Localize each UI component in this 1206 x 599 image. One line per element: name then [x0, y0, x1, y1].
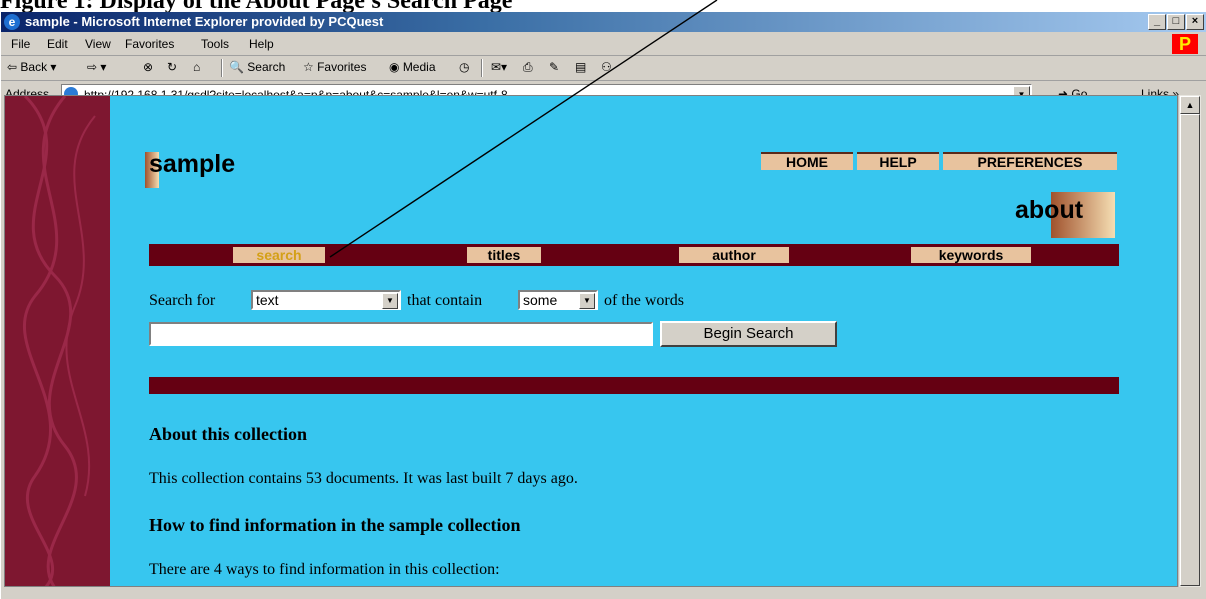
chevron-down-icon[interactable]: ▼	[579, 293, 595, 309]
menu-help[interactable]: Help	[249, 37, 274, 51]
search-middle-label: that contain	[407, 292, 483, 309]
scroll-thumb[interactable]	[1180, 114, 1200, 586]
discuss-icon[interactable]: ▤	[575, 60, 586, 74]
search-mode-select[interactable]: some ▼	[518, 290, 598, 310]
minimize-button[interactable]: _	[1148, 14, 1166, 30]
begin-search-button[interactable]: Begin Search	[660, 321, 837, 347]
title-bar: e sample - Microsoft Internet Explorer p…	[1, 12, 1206, 32]
section-divider	[149, 377, 1119, 394]
edit-icon[interactable]: ✎	[549, 60, 559, 74]
preferences-link[interactable]: PREFERENCES	[943, 152, 1117, 170]
search-query-input[interactable]	[149, 322, 653, 346]
about-heading: About this collection	[149, 424, 308, 444]
nav-search[interactable]: search	[233, 247, 325, 263]
menu-tools[interactable]: Tools	[201, 37, 229, 51]
nav-author[interactable]: author	[679, 247, 789, 263]
nav-keywords[interactable]: keywords	[911, 247, 1031, 263]
search-toolbar-button[interactable]: 🔍 Search	[229, 60, 285, 74]
media-toolbar-button[interactable]: ◉ Media	[389, 60, 436, 74]
scroll-up-button[interactable]: ▲	[1180, 96, 1200, 114]
menu-bar: File Edit View Favorites Tools Help	[1, 33, 1206, 56]
nav-titles[interactable]: titles	[467, 247, 541, 263]
search-form: Search for	[149, 292, 215, 310]
search-field-select[interactable]: text ▼	[251, 290, 401, 310]
about-text: This collection contains 53 documents. I…	[149, 470, 578, 487]
close-button[interactable]: ×	[1186, 14, 1204, 30]
page-viewport: sample HOME HELP PREFERENCES about searc…	[4, 95, 1178, 587]
pcquest-logo: P	[1172, 34, 1198, 54]
how-heading: How to find information in the sample co…	[149, 515, 521, 535]
how-text: There are 4 ways to find information in …	[149, 561, 500, 578]
menu-file[interactable]: File	[11, 37, 30, 51]
home-link[interactable]: HOME	[761, 152, 853, 170]
figure-caption: Figure 1: Display of the About Page's Se…	[0, 0, 1206, 12]
collection-name[interactable]: sample	[149, 150, 235, 179]
favorites-toolbar-button[interactable]: ☆ Favorites	[303, 60, 366, 74]
page-title: about	[1015, 196, 1084, 224]
stop-icon[interactable]: ⊗	[143, 60, 153, 74]
chevron-down-icon[interactable]: ▼	[382, 293, 398, 309]
nav-bar: search titles author keywords	[149, 244, 1119, 266]
messenger-icon[interactable]: ⚇	[601, 60, 612, 74]
menu-view[interactable]: View	[85, 37, 111, 51]
menu-favorites[interactable]: Favorites	[125, 37, 174, 51]
window-title: sample - Microsoft Internet Explorer pro…	[25, 14, 384, 29]
ie-icon: e	[4, 14, 20, 30]
swirl-pattern	[22, 96, 96, 586]
vertical-scrollbar[interactable]: ▲	[1178, 95, 1201, 587]
standard-toolbar: ⇦ Back ▾ ⇨ ▾ ⊗ ↻ ⌂ 🔍 Search ☆ Favorites …	[1, 56, 1206, 81]
print-icon[interactable]: ⎙	[523, 60, 533, 75]
menu-edit[interactable]: Edit	[47, 37, 68, 51]
search-suffix-label: of the words	[604, 292, 684, 309]
help-link[interactable]: HELP	[857, 152, 939, 170]
home-icon[interactable]: ⌂	[193, 60, 200, 74]
left-decoration	[5, 96, 110, 586]
refresh-icon[interactable]: ↻	[167, 60, 177, 74]
maximize-button[interactable]: □	[1167, 14, 1185, 30]
back-button[interactable]: ⇦ Back ▾	[7, 60, 56, 74]
history-icon[interactable]: ◷	[459, 60, 469, 74]
search-prefix-label: Search for	[149, 292, 216, 309]
mail-icon[interactable]: ✉▾	[491, 60, 507, 74]
forward-button[interactable]: ⇨ ▾	[87, 60, 106, 74]
